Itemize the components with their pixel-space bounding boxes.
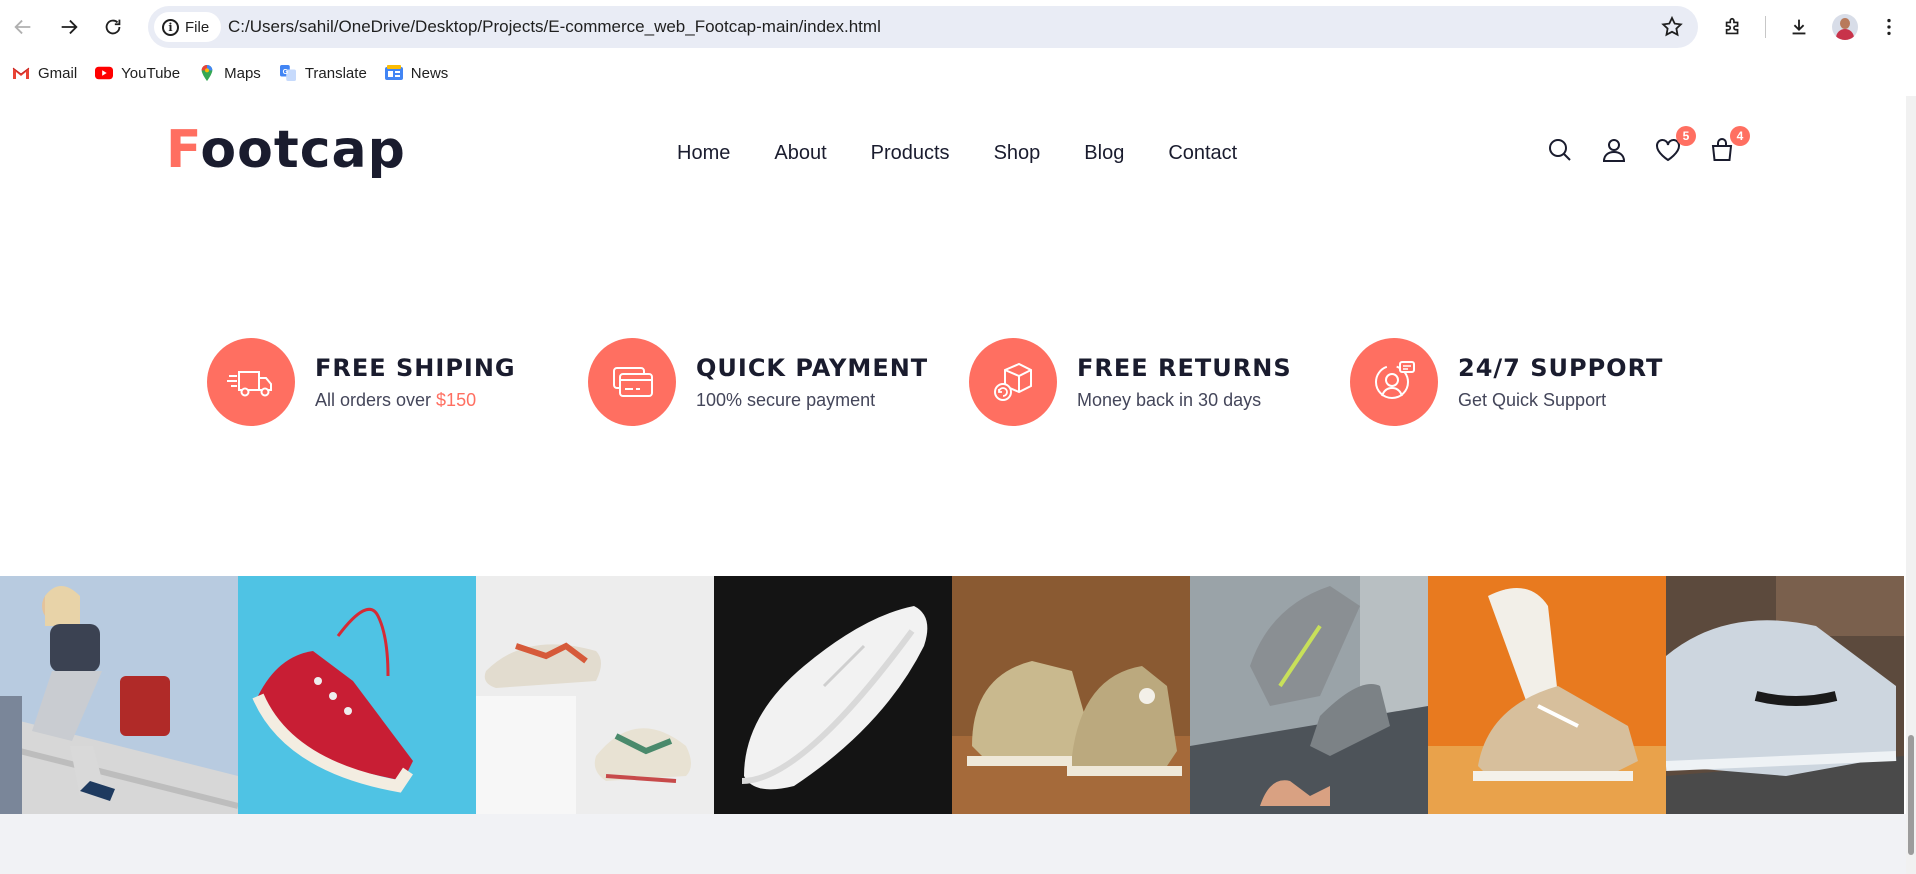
account-button[interactable] bbox=[1600, 136, 1628, 164]
search-icon bbox=[1549, 139, 1571, 161]
bookmark-label: News bbox=[410, 64, 449, 82]
nav-link-about[interactable]: About bbox=[774, 142, 826, 165]
news-icon bbox=[384, 65, 403, 80]
service-card-payment: QUICK PAYMENT 100% secure payment bbox=[588, 338, 928, 426]
service-subtitle: Money back in 30 days bbox=[1077, 389, 1262, 410]
gallery-image-girl-posing[interactable] bbox=[0, 576, 238, 814]
bookmark-translate[interactable]: G Translate bbox=[279, 65, 367, 82]
bookmark-label: YouTube bbox=[121, 64, 181, 82]
bookmarks-bar: Gmail YouTube Maps G Translate News bbox=[0, 58, 1916, 88]
downloads-button[interactable] bbox=[1786, 14, 1812, 40]
gallery-image-floating-knit-sneakers[interactable] bbox=[1190, 576, 1428, 814]
chrome-menu-button[interactable] bbox=[1876, 14, 1902, 40]
bookmark-youtube[interactable]: YouTube bbox=[95, 65, 180, 82]
service-title: FREE SHIPING bbox=[315, 353, 516, 382]
back-icon bbox=[14, 19, 31, 35]
gallery-image-canvas-sneakers[interactable] bbox=[952, 576, 1190, 814]
gallery-footer-band bbox=[0, 814, 1906, 874]
translate-icon: G bbox=[279, 65, 296, 81]
wishlist-count-badge: 5 bbox=[1676, 126, 1696, 146]
wishlist-button[interactable]: 5 bbox=[1654, 126, 1696, 164]
main-nav: Home About Products Shop Blog Contact bbox=[677, 142, 1237, 165]
bookmark-label: Gmail bbox=[38, 64, 78, 82]
service-card-returns: FREE RETURNS Money back in 30 days bbox=[969, 338, 1292, 426]
service-subtitle: All orders over $150 bbox=[315, 390, 516, 411]
page-scrollbar-thumb[interactable] bbox=[1908, 735, 1914, 855]
forward-button[interactable] bbox=[54, 12, 84, 42]
nav-link-contact[interactable]: Contact bbox=[1168, 142, 1237, 165]
nav-link-home[interactable]: Home bbox=[677, 142, 730, 165]
logo-first-letter: F bbox=[166, 120, 201, 180]
download-icon bbox=[1792, 19, 1806, 35]
service-features: FREE SHIPING All orders over $150 QUICK … bbox=[0, 338, 1916, 428]
profile-avatar[interactable] bbox=[1832, 14, 1858, 40]
site-logo[interactable]: Footcap bbox=[166, 120, 406, 180]
gallery-image-red-hightop[interactable] bbox=[238, 576, 476, 814]
star-icon[interactable] bbox=[1660, 15, 1684, 39]
back-button[interactable] bbox=[8, 12, 38, 42]
cart-button[interactable]: 4 bbox=[1708, 126, 1750, 164]
bookmark-label: Maps bbox=[224, 64, 261, 82]
gallery-image-grey-running-shoe[interactable] bbox=[1666, 576, 1904, 814]
service-card-shipping: FREE SHIPING All orders over $150 bbox=[207, 338, 516, 426]
bookmark-label: Translate bbox=[304, 64, 367, 82]
reload-icon bbox=[105, 19, 121, 35]
gallery-image-orange-bg-sneakers[interactable] bbox=[1428, 576, 1666, 814]
youtube-icon bbox=[95, 66, 114, 80]
credit-card-icon bbox=[588, 338, 676, 426]
site-info-chip[interactable]: i File bbox=[154, 12, 222, 42]
bookmark-maps[interactable]: Maps bbox=[198, 65, 261, 82]
gmail-icon bbox=[12, 67, 30, 79]
reload-button[interactable] bbox=[98, 12, 128, 42]
bookmark-news[interactable]: News bbox=[384, 64, 449, 82]
service-subtitle-text: All orders over bbox=[315, 389, 437, 410]
forward-icon bbox=[61, 19, 78, 35]
service-subtitle: Get Quick Support bbox=[1458, 389, 1607, 410]
url-text[interactable]: C:/Users/sahil/OneDrive/Desktop/Projects… bbox=[228, 17, 881, 37]
nav-link-blog[interactable]: Blog bbox=[1084, 142, 1124, 165]
logo-rest: ootcap bbox=[200, 120, 406, 180]
gallery-image-white-sneaker[interactable] bbox=[714, 576, 952, 814]
maps-icon bbox=[201, 65, 213, 81]
delivery-truck-icon bbox=[207, 338, 295, 426]
menu-icon bbox=[1887, 18, 1891, 36]
service-card-support: 24/7 SUPPORT Get Quick Support bbox=[1350, 338, 1663, 426]
user-icon bbox=[1602, 139, 1626, 162]
search-button[interactable] bbox=[1546, 136, 1574, 164]
bookmark-gmail[interactable]: Gmail bbox=[12, 65, 77, 82]
toolbar-divider bbox=[1765, 16, 1766, 38]
service-title: 24/7 SUPPORT bbox=[1458, 353, 1664, 382]
extensions-button[interactable] bbox=[1720, 14, 1746, 40]
support-agent-icon bbox=[1350, 338, 1438, 426]
service-title: QUICK PAYMENT bbox=[696, 353, 929, 382]
header-actions: 5 4 bbox=[1546, 126, 1750, 164]
browser-toolbar: i File C:/Users/sahil/OneDrive/Desktop/P… bbox=[0, 0, 1916, 54]
extensions-icon bbox=[1725, 17, 1739, 35]
gallery-image-colorful-sneakers[interactable] bbox=[476, 576, 714, 814]
shipping-threshold: $150 bbox=[436, 389, 477, 410]
file-chip-label: File bbox=[185, 18, 210, 36]
service-subtitle: 100% secure payment bbox=[696, 389, 876, 410]
info-icon: i bbox=[162, 18, 179, 36]
nav-link-products[interactable]: Products bbox=[871, 142, 950, 165]
service-title: FREE RETURNS bbox=[1077, 353, 1292, 382]
return-box-icon bbox=[969, 338, 1057, 426]
address-bar[interactable]: i File C:/Users/sahil/OneDrive/Desktop/P… bbox=[148, 6, 1698, 48]
sneaker-gallery bbox=[0, 576, 1906, 814]
nav-link-shop[interactable]: Shop bbox=[994, 142, 1041, 165]
svg-text:G: G bbox=[282, 68, 288, 76]
site-header: Footcap Home About Products Shop Blog Co… bbox=[0, 96, 1906, 216]
cart-count-badge: 4 bbox=[1730, 126, 1750, 146]
